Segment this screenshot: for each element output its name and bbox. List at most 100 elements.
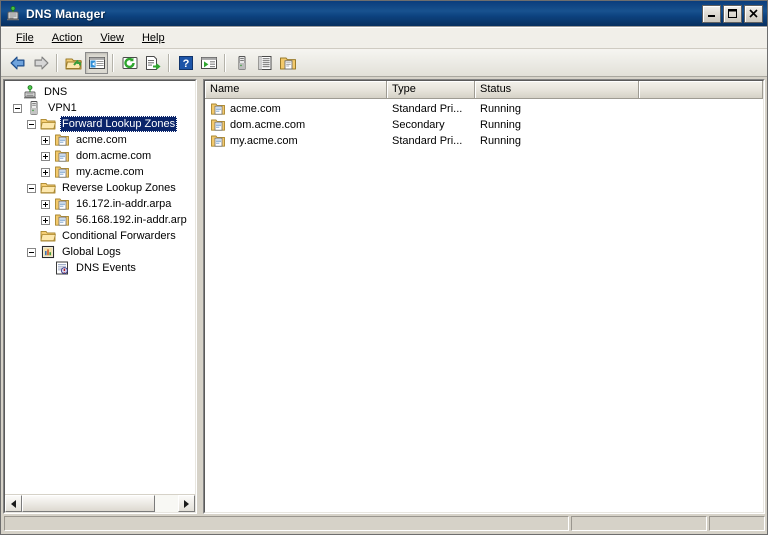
cell-type: Standard Pri... (392, 135, 463, 147)
tree-node-vpn1[interactable]: VPN1 (5, 100, 195, 116)
help-button[interactable]: ? (174, 52, 197, 74)
server-button[interactable] (230, 52, 253, 74)
menu-item-help[interactable]: Help (133, 29, 174, 47)
menu-item-action[interactable]: Action (43, 29, 92, 47)
tree-node-label: my.acme.com (76, 166, 144, 178)
tree-collapse-toggle[interactable] (27, 183, 36, 193)
folder-icon (40, 116, 56, 132)
menu-item-view[interactable]: View (91, 29, 133, 47)
zone-icon (54, 212, 70, 228)
zone-icon (210, 133, 226, 149)
toolbar-separator (224, 53, 226, 72)
table-row[interactable]: dom.acme.com Secondary Running (205, 117, 763, 133)
menu-help-label: Help (141, 31, 165, 44)
cell-type: Standard Pri... (392, 103, 463, 115)
tree-expand-toggle[interactable] (41, 151, 50, 161)
refresh-button[interactable] (118, 52, 141, 74)
cell-name: my.acme.com (205, 133, 387, 149)
global-logs-icon (40, 244, 56, 260)
tree-view[interactable]: DNS VPN1 Forward Lookup Zones acme.com d… (5, 81, 195, 494)
maximize-button[interactable] (723, 4, 742, 23)
tree-node-label: dom.acme.com (76, 150, 152, 162)
back-arrow-icon (10, 56, 24, 69)
folder-icon (40, 228, 56, 244)
window-title: DNS Manager (26, 6, 106, 21)
column-header-status[interactable]: Status (475, 81, 639, 99)
up-one-level-button[interactable] (62, 52, 85, 74)
tree-node-16-172-in-addr-arpa[interactable]: 16.172.in-addr.arpa (5, 196, 195, 212)
export-list-button[interactable] (141, 52, 164, 74)
tree-node-label: DNS Events (76, 262, 136, 274)
tree-node-acme-com[interactable]: acme.com (5, 132, 195, 148)
column-header-filler[interactable] (639, 81, 763, 99)
cell-name: acme.com (205, 101, 387, 117)
run-button[interactable] (197, 52, 220, 74)
tree-node-my-acme-com[interactable]: my.acme.com (5, 164, 195, 180)
tree-collapse-toggle[interactable] (27, 119, 36, 129)
minimize-button[interactable] (702, 4, 721, 23)
svg-text:?: ? (182, 58, 189, 70)
list-column-headers: Name Type Status (205, 81, 763, 99)
tree-expand-toggle[interactable] (41, 135, 50, 145)
menu-view-label: View (100, 31, 124, 44)
zone-icon (54, 196, 70, 212)
forward-arrow-icon (34, 56, 48, 69)
back-button[interactable] (6, 52, 29, 74)
tree-collapse-toggle[interactable] (13, 103, 22, 113)
zone-icon (210, 117, 226, 133)
tree-node-forward-lookup-zones[interactable]: Forward Lookup Zones (5, 116, 195, 132)
refresh-icon (122, 56, 137, 69)
tree-node-dns[interactable]: DNS (5, 84, 195, 100)
tree-horizontal-scrollbar[interactable] (5, 494, 195, 512)
zone-icon (210, 101, 226, 117)
table-row[interactable]: my.acme.com Standard Pri... Running (205, 133, 763, 149)
column-header-name[interactable]: Name (205, 81, 387, 99)
toolbar-separator (168, 53, 170, 72)
new-zone-button[interactable] (276, 52, 299, 74)
status-pane-two (571, 516, 707, 531)
export-list-icon (145, 55, 161, 70)
status-bar (1, 514, 767, 534)
window-controls (702, 4, 763, 23)
tree-expand-toggle[interactable] (41, 199, 50, 209)
tree-node-dns-events[interactable]: DNS Events (5, 260, 195, 276)
dns-manager-window: DNS Manager File Action View Help ? DNS … (0, 0, 768, 535)
properties-button[interactable] (253, 52, 276, 74)
scroll-left-button[interactable] (5, 495, 22, 512)
tree-node-label: Global Logs (62, 246, 121, 258)
zone-name-text: acme.com (230, 103, 281, 115)
zone-name-text: my.acme.com (230, 135, 298, 147)
tree-node-global-logs[interactable]: Global Logs (5, 244, 195, 260)
tree-expand-toggle[interactable] (41, 215, 50, 225)
cell-status: Running (480, 119, 521, 131)
menu-item-file[interactable]: File (7, 29, 43, 47)
tree-node-56-168-192-in-addr-arpa[interactable]: 56.168.192.in-addr.arp (5, 212, 195, 228)
scrollbar-thumb[interactable] (22, 495, 155, 512)
title-bar[interactable]: DNS Manager (1, 1, 767, 27)
main-content: DNS VPN1 Forward Lookup Zones acme.com d… (1, 77, 767, 514)
tree-node-label: Forward Lookup Zones (60, 116, 178, 132)
tree-node-label: 16.172.in-addr.arpa (76, 198, 172, 210)
scrollbar-track[interactable] (22, 495, 178, 512)
list-lines-icon (258, 55, 271, 70)
folder-icon (40, 180, 56, 196)
menu-bar: File Action View Help (1, 27, 767, 49)
tree-node-reverse-lookup-zones[interactable]: Reverse Lookup Zones (5, 180, 195, 196)
status-pane-three (709, 516, 765, 531)
tree-collapse-toggle[interactable] (27, 247, 36, 257)
toolbar-separator (56, 53, 58, 72)
scroll-right-button[interactable] (178, 495, 195, 512)
window-play-icon (200, 56, 217, 69)
list-view[interactable]: acme.com Standard Pri... Running dom.acm… (205, 99, 763, 512)
table-row[interactable]: acme.com Standard Pri... Running (205, 101, 763, 117)
column-header-type[interactable]: Type (387, 81, 475, 99)
forward-button[interactable] (29, 52, 52, 74)
tree-expand-toggle[interactable] (41, 167, 50, 177)
close-button[interactable] (744, 4, 763, 23)
tree-node-conditional-forwarders[interactable]: Conditional Forwarders (5, 228, 195, 244)
dns-server-icon (5, 5, 21, 22)
new-zone-folder-icon (279, 57, 296, 69)
tree-node-dom-acme-com[interactable]: dom.acme.com (5, 148, 195, 164)
tree-node-label: acme.com (76, 134, 127, 146)
show-hide-tree-button[interactable] (85, 51, 108, 74)
